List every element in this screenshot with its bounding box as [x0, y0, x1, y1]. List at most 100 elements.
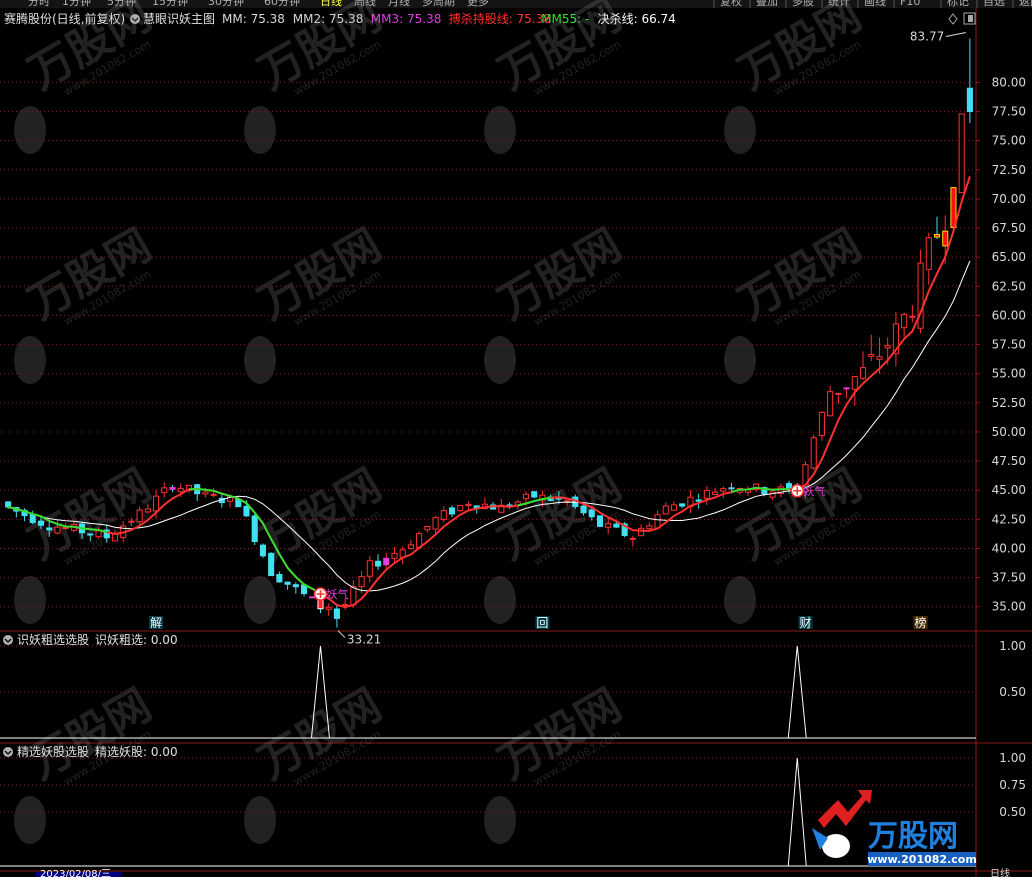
toolbar-item[interactable]: 1分钟 — [62, 0, 91, 8]
diamond-icon[interactable] — [948, 13, 958, 25]
candle-body — [317, 599, 324, 610]
candle-body — [366, 560, 373, 577]
candle-body — [424, 525, 431, 531]
toolbar-item[interactable]: 更多 — [467, 0, 489, 8]
marker-label: 财 — [799, 616, 811, 630]
y-tick-label: 52.50 — [992, 396, 1026, 410]
sub-panel-title: 识妖粗选选股 — [17, 633, 89, 647]
candle-body — [728, 487, 735, 490]
toolbar-right-item[interactable]: 多股 — [792, 0, 814, 8]
marker-label: 回 — [536, 616, 548, 630]
candle-body — [695, 499, 702, 502]
panel-toggle-icon[interactable] — [963, 12, 976, 25]
toolbar-right-item[interactable]: 返回 — [1019, 0, 1032, 8]
y-tick-label: 60.00 — [992, 308, 1026, 322]
y-tick-label: 42.50 — [992, 512, 1026, 526]
candle-body — [54, 526, 61, 534]
chevron-down-icon[interactable] — [3, 635, 13, 645]
candle-body — [851, 376, 858, 390]
high-price-label: 83.77 — [910, 30, 944, 44]
candle-body — [95, 530, 102, 538]
watermark: 万股网www.201082.com — [14, 219, 160, 384]
watermark: 万股网www.201082.com — [484, 219, 630, 384]
signal-target-icon — [790, 484, 805, 498]
toolbar-right-item[interactable]: 自选 — [983, 0, 1005, 8]
watermark: 万股网www.201082.com — [244, 679, 390, 844]
candle-body — [5, 501, 12, 508]
candle-body — [292, 584, 299, 588]
candle-body — [309, 596, 316, 599]
toolbar-item[interactable]: 多周期 — [422, 0, 455, 8]
price-axis: 35.00 37.50 40.00 42.50 45.00 47.50 50.00 52.50… — [976, 75, 1026, 614]
candle-body — [210, 493, 217, 496]
y-tick-label: 0.50 — [999, 685, 1026, 699]
candle-body — [342, 603, 349, 606]
date-label: 2023/02/08/三 — [40, 869, 111, 877]
toolbar-item[interactable]: 月线 — [388, 0, 410, 8]
toolbar-right-item[interactable]: 叠加 — [756, 0, 778, 8]
candle-body — [785, 483, 793, 489]
candle-body — [613, 523, 620, 528]
ma-line-white — [7, 260, 971, 592]
candle-body — [580, 505, 587, 514]
chart-canvas[interactable]: 分时 1分钟 5分钟 15分钟 30分钟 60分钟 日线 周线 月线 多周期 更多 复权 叠加 多股 统计画… — [0, 0, 1032, 877]
candle-body — [169, 486, 176, 490]
chevron-down-icon[interactable] — [3, 747, 13, 757]
candle-body — [62, 527, 69, 530]
sub-panel-value: 识妖粗选: 0.00 — [95, 633, 178, 647]
candle-body — [662, 505, 669, 515]
toolbar-item[interactable]: 15分钟 — [152, 0, 188, 8]
candle-body — [679, 503, 686, 507]
candle-body — [810, 437, 817, 469]
candle-body — [818, 411, 825, 436]
candle-body — [251, 515, 258, 542]
toolbar-right-item[interactable]: F10 — [900, 0, 920, 8]
candle-body — [358, 576, 365, 588]
watermark: 万股网www.201082.com — [14, 679, 160, 844]
candle-body — [909, 315, 916, 318]
toolbar-right-item[interactable]: 复权 — [720, 0, 742, 8]
y-tick-label: 50.00 — [992, 425, 1026, 439]
candle-body — [958, 113, 965, 194]
signal-spike — [787, 645, 807, 739]
toolbar-item[interactable]: 30分钟 — [208, 0, 244, 8]
toolbar-item[interactable]: 分时 — [28, 0, 50, 8]
candle-body — [268, 552, 275, 577]
candle-body — [588, 509, 595, 518]
y-tick-label: 0.75 — [999, 778, 1026, 792]
candle-body — [432, 517, 439, 530]
candle-body — [605, 523, 612, 528]
candle-body — [259, 544, 266, 557]
y-tick-label: 0.50 — [999, 805, 1026, 819]
candle-body — [925, 237, 932, 270]
candle-body — [46, 527, 53, 531]
candle-body — [202, 491, 209, 495]
sub-panel-header: 识妖粗选选股 识妖粗选: 0.00 — [3, 633, 178, 647]
candle-body — [177, 487, 184, 493]
candle-body — [161, 487, 168, 494]
toolbar-item[interactable]: 60分钟 — [264, 0, 300, 8]
y-tick-label: 72.50 — [992, 163, 1026, 177]
candle-body — [859, 367, 867, 379]
watermark: 万股网www.201082.com — [14, 459, 160, 624]
candle-body — [153, 495, 160, 512]
legend-item: 搏杀持股线: 75.38 — [449, 11, 551, 26]
candle-body — [966, 87, 973, 113]
candle-body — [827, 391, 834, 417]
y-tick-label: 47.50 — [992, 454, 1026, 468]
bottom-bar: 2023/02/08/三 日线 — [36, 867, 1010, 877]
toolbar-right-item[interactable]: 画线 — [864, 0, 886, 8]
toolbar-right-item[interactable]: 标记 — [947, 0, 969, 8]
candle-body — [843, 387, 850, 390]
candle-body — [942, 230, 949, 247]
candle-body — [448, 507, 456, 515]
candle-body — [712, 491, 719, 496]
candle-body — [136, 509, 143, 523]
signal-label: 妖气 — [803, 484, 825, 498]
y-tick-label: 70.00 — [992, 192, 1026, 206]
candle-body — [374, 560, 382, 567]
candle-body — [703, 489, 710, 499]
candle-body — [670, 504, 678, 511]
candle-body — [638, 527, 645, 537]
y-tick-label: 1.00 — [999, 751, 1026, 765]
